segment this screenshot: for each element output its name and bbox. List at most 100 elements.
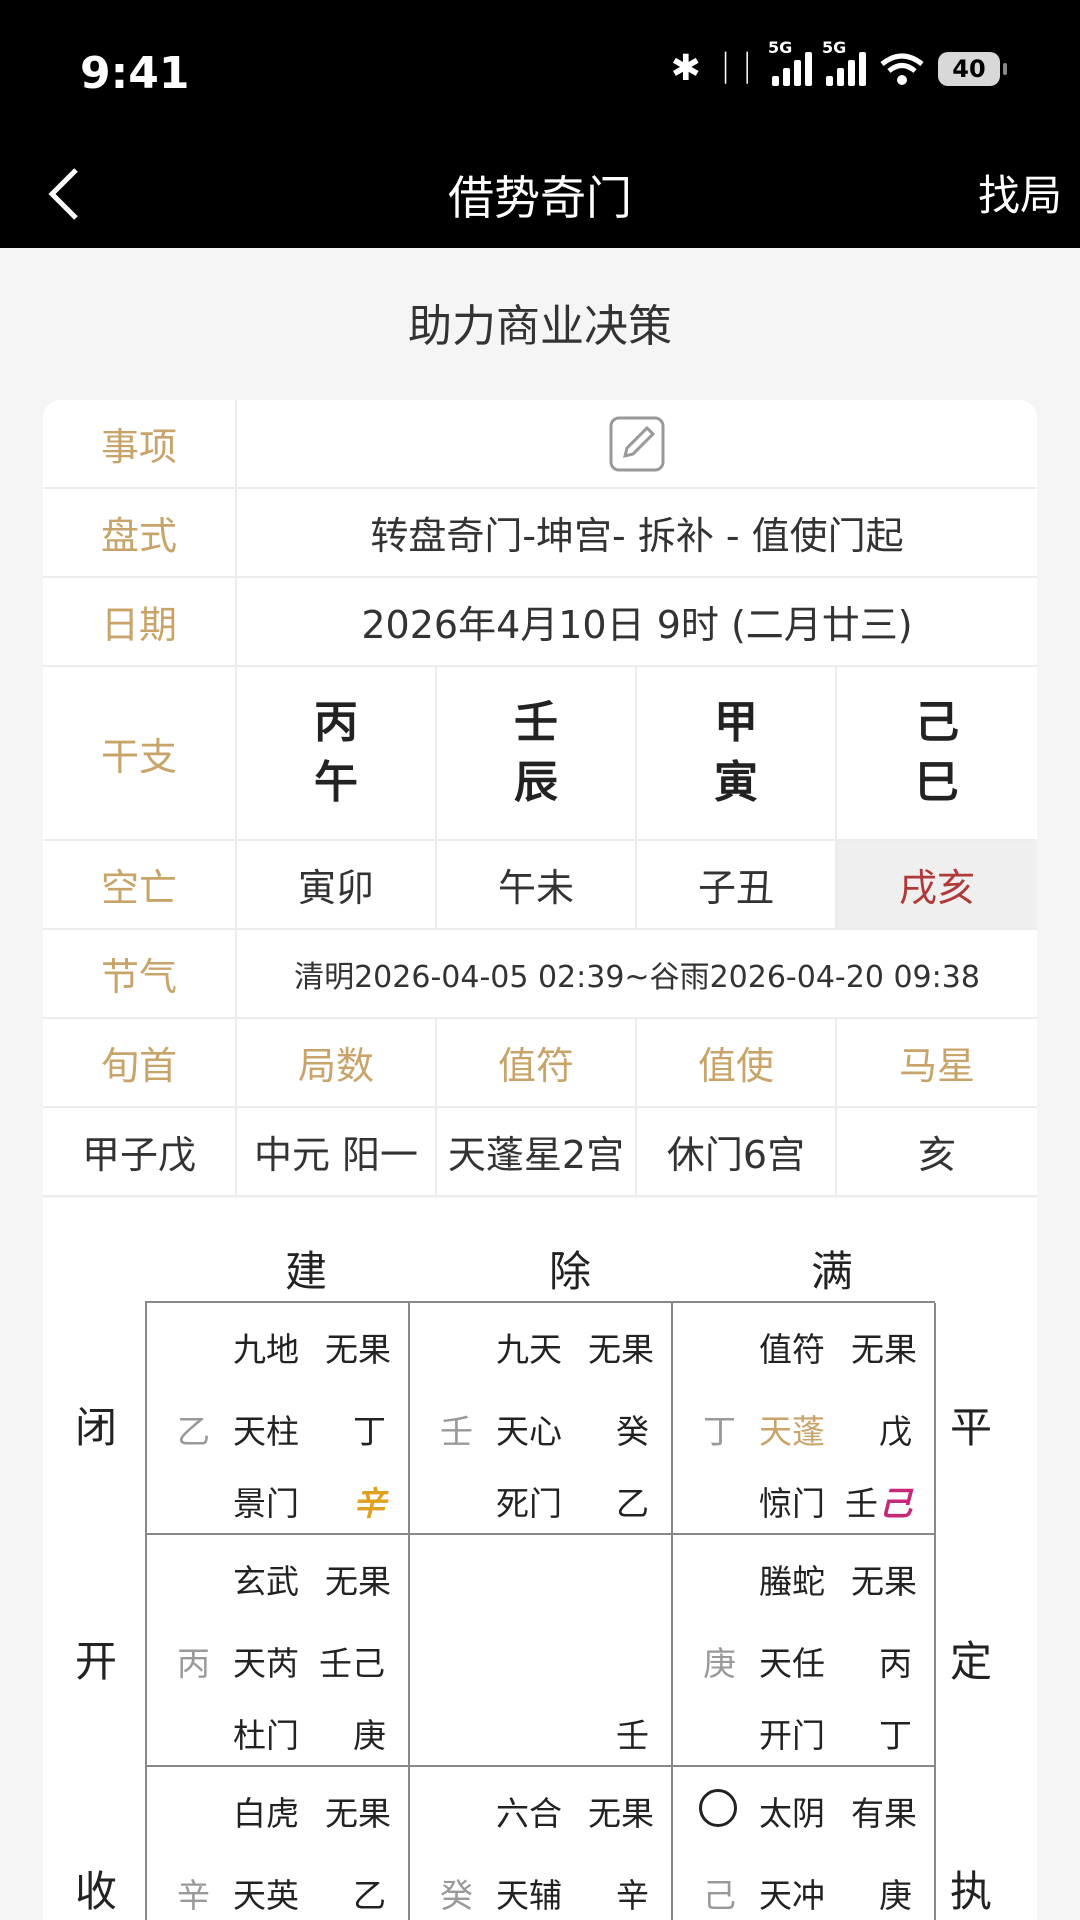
palace-4-star: 天芮 (233, 1644, 299, 1683)
left-label-2: 开 (75, 1637, 118, 1686)
palace-7-star: 天英 (233, 1876, 299, 1915)
palace-3-door: 惊门 (759, 1484, 825, 1523)
palace-2[interactable]: 九天 无果 壬 天心 癸 死门 乙 (410, 1303, 673, 1535)
palace-9-fruit: 有果 (851, 1794, 917, 1833)
palace-grid: 九地 无果 乙 天柱 丁 景门 辛 九天 无果 壬 天心 癸 死门 乙 值符 无… (145, 1301, 936, 1920)
palace-6-right: 丙 (879, 1644, 912, 1683)
palace-1-door-right: 辛 (353, 1484, 386, 1523)
row-values: 甲子戊 中元 阳一 天蓬星2宫 休门6宫 亥 (43, 1108, 1037, 1197)
palace-6-fruit: 无果 (851, 1562, 917, 1601)
label-item: 事项 (43, 400, 237, 487)
palace-4[interactable]: 玄武 无果 丙 天芮 壬己 杜门 庚 (147, 1535, 410, 1767)
page-title: 借势奇门 (448, 171, 632, 225)
palace-8-right: 辛 (616, 1876, 649, 1915)
value-maxing: 亥 (917, 1133, 956, 1177)
palace-3-star: 天蓬 (759, 1412, 825, 1451)
palace-5-center[interactable]: 壬 (410, 1535, 673, 1767)
palace-7-god: 白虎 (233, 1794, 299, 1833)
palace-area: 建 除 满 闭 开 收 平 定 执 九地 无果 乙 天柱 丁 景门 辛 九天 无… (43, 1198, 1037, 1920)
signal-icon-1: 5G (768, 38, 812, 86)
ganzhi-day-stem: 甲 (714, 697, 758, 748)
edit-icon[interactable] (607, 414, 667, 474)
ganzhi-year-branch: 午 (314, 757, 358, 808)
palace-2-left: 壬 (440, 1412, 473, 1451)
row-item: 事项 (43, 400, 1037, 489)
palace-8-god: 六合 (496, 1794, 562, 1833)
status-time: 9:41 (80, 48, 190, 99)
label-kongwang: 空亡 (43, 841, 237, 928)
palace-8-star: 天辅 (496, 1876, 562, 1915)
ganzhi-year: 丙午 (237, 667, 437, 839)
palace-8[interactable]: 六合 无果 癸 天辅 辛 (410, 1767, 673, 1920)
right-label-1: 平 (950, 1403, 993, 1452)
value-zhifu: 天蓬星2宫 (437, 1108, 637, 1195)
network-label-1: 5G (768, 37, 793, 57)
left-label-3: 收 (75, 1867, 118, 1916)
header-maxing: 马星 (898, 1044, 975, 1088)
palace-3-door-right-a: 壬 (845, 1484, 878, 1523)
label-date: 日期 (43, 578, 237, 665)
palace-1-left: 乙 (177, 1412, 210, 1451)
circle-icon (699, 1789, 737, 1827)
row-pan: 盘式 转盘奇门-坤宫- 拆补 - 值使门起 (43, 489, 1037, 578)
top-label-3: 满 (811, 1247, 854, 1296)
left-label-1: 闭 (75, 1403, 118, 1452)
earbuds-icon: ᛁᛁ (714, 48, 758, 89)
palace-4-door-right: 庚 (353, 1716, 386, 1755)
status-bar: 9:41 ✱ ᛁᛁ 5G 5G 40 (0, 0, 1080, 140)
network-label-2: 5G (822, 37, 847, 57)
palace-2-god: 九天 (496, 1330, 562, 1369)
label-jieqi: 节气 (43, 930, 237, 1017)
palace-3-god: 值符 (759, 1330, 825, 1369)
palace-3-fruit: 无果 (851, 1330, 917, 1369)
palace-1-right: 丁 (353, 1412, 386, 1451)
signal-icon-2: 5G (822, 38, 866, 86)
date-value: 2026年4月10日 9时 (二月廿三) (361, 603, 913, 647)
palace-7[interactable]: 白虎 无果 辛 天英 乙 (147, 1767, 410, 1920)
value-jushu: 中元 阳一 (237, 1108, 437, 1195)
palace-9[interactable]: 太阴 有果 己 天冲 庚 (673, 1767, 936, 1920)
info-card: 事项 盘式 转盘奇门-坤宫- 拆补 - 值使门起 日期 2026年4月10日 9… (43, 400, 1037, 1197)
kongwang-day: 子丑 (637, 841, 837, 928)
edit-cell[interactable] (237, 400, 1037, 487)
kongwang-hour: 戌亥 (837, 841, 1037, 928)
palace-9-left: 己 (703, 1876, 736, 1915)
palace-1[interactable]: 九地 无果 乙 天柱 丁 景门 辛 (147, 1303, 410, 1535)
palace-8-left: 癸 (440, 1876, 473, 1915)
palace-4-left: 丙 (177, 1644, 210, 1683)
palace-1-god: 九地 (233, 1330, 299, 1369)
label-pan: 盘式 (43, 489, 237, 576)
palace-6[interactable]: 螣蛇 无果 庚 天任 丙 开门 丁 (673, 1535, 936, 1767)
ganzhi-month-stem: 壬 (514, 697, 558, 748)
row-date: 日期 2026年4月10日 9时 (二月廿三) (43, 578, 1037, 667)
ganzhi-day: 甲寅 (637, 667, 837, 839)
right-label-3: 执 (950, 1867, 993, 1916)
palace-3[interactable]: 值符 无果 丁 天蓬 戊 惊门 壬 己 (673, 1303, 936, 1535)
palace-7-right: 乙 (353, 1876, 386, 1915)
palace-1-fruit: 无果 (325, 1330, 391, 1369)
palace-3-door-right-b: 己 (879, 1484, 912, 1523)
palace-4-god: 玄武 (233, 1562, 299, 1601)
palace-4-fruit: 无果 (325, 1562, 391, 1601)
ganzhi-month: 壬辰 (437, 667, 637, 839)
palace-4-door: 杜门 (233, 1716, 299, 1755)
ganzhi-year-stem: 丙 (314, 697, 358, 748)
value-xunshou: 甲子戊 (43, 1108, 237, 1195)
label-ganzhi: 干支 (43, 667, 237, 839)
row-ganzhi: 干支 丙午 壬辰 甲寅 己巳 (43, 667, 1037, 841)
palace-8-fruit: 无果 (588, 1794, 654, 1833)
palace-2-fruit: 无果 (588, 1330, 654, 1369)
value-zhishi: 休门6宫 (637, 1108, 837, 1195)
palace-7-fruit: 无果 (325, 1794, 391, 1833)
palace-2-right: 癸 (616, 1412, 649, 1451)
palace-9-star: 天冲 (759, 1876, 825, 1915)
ganzhi-hour-branch: 巳 (915, 757, 959, 808)
palace-9-god: 太阴 (759, 1794, 825, 1833)
palace-3-left: 丁 (703, 1412, 736, 1451)
palace-1-star: 天柱 (233, 1412, 299, 1451)
palace-7-left: 辛 (177, 1876, 210, 1915)
ganzhi-day-branch: 寅 (714, 757, 758, 808)
find-pattern-button[interactable]: 找局 (978, 162, 1062, 223)
palace-6-door: 开门 (759, 1716, 825, 1755)
row-kongwang: 空亡 寅卯 午未 子丑 戌亥 (43, 841, 1037, 930)
